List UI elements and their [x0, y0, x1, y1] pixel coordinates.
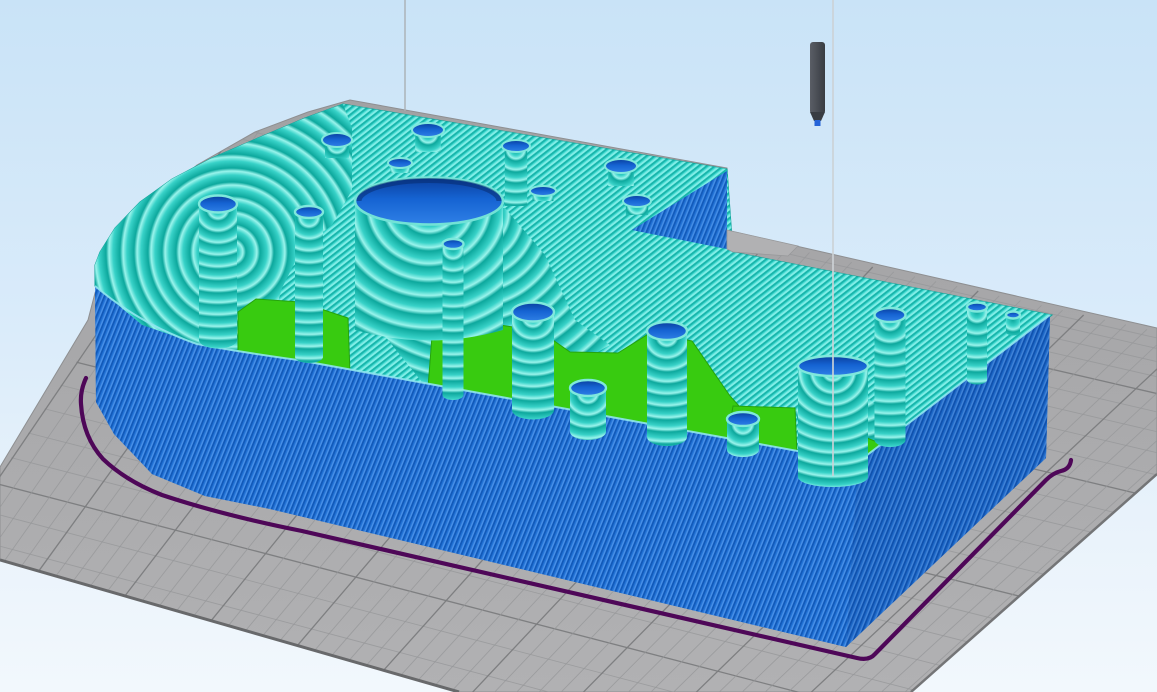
large-bore	[353, 176, 505, 341]
cylindrical-boss	[725, 410, 761, 457]
cylindrical-boss	[510, 301, 556, 420]
cylindrical-boss	[441, 237, 465, 400]
cylindrical-boss	[965, 301, 989, 385]
cylindrical-boss	[1004, 310, 1022, 336]
cylindrical-boss	[645, 320, 689, 446]
nozzle-tip	[814, 120, 821, 126]
top-hole	[387, 157, 413, 173]
cylindrical-boss	[873, 306, 907, 448]
slicer-preview-window	[0, 0, 1157, 692]
preview-3d-viewport[interactable]	[0, 0, 1157, 692]
nozzle-indicator	[810, 42, 825, 126]
top-hole	[622, 194, 652, 215]
cylindrical-boss	[197, 194, 239, 349]
top-hole	[501, 139, 531, 206]
top-hole	[529, 185, 557, 201]
top-hole	[411, 122, 445, 152]
top-hole	[321, 132, 353, 158]
cylindrical-boss	[568, 378, 608, 440]
top-hole	[604, 158, 638, 186]
cylindrical-boss	[293, 204, 325, 363]
